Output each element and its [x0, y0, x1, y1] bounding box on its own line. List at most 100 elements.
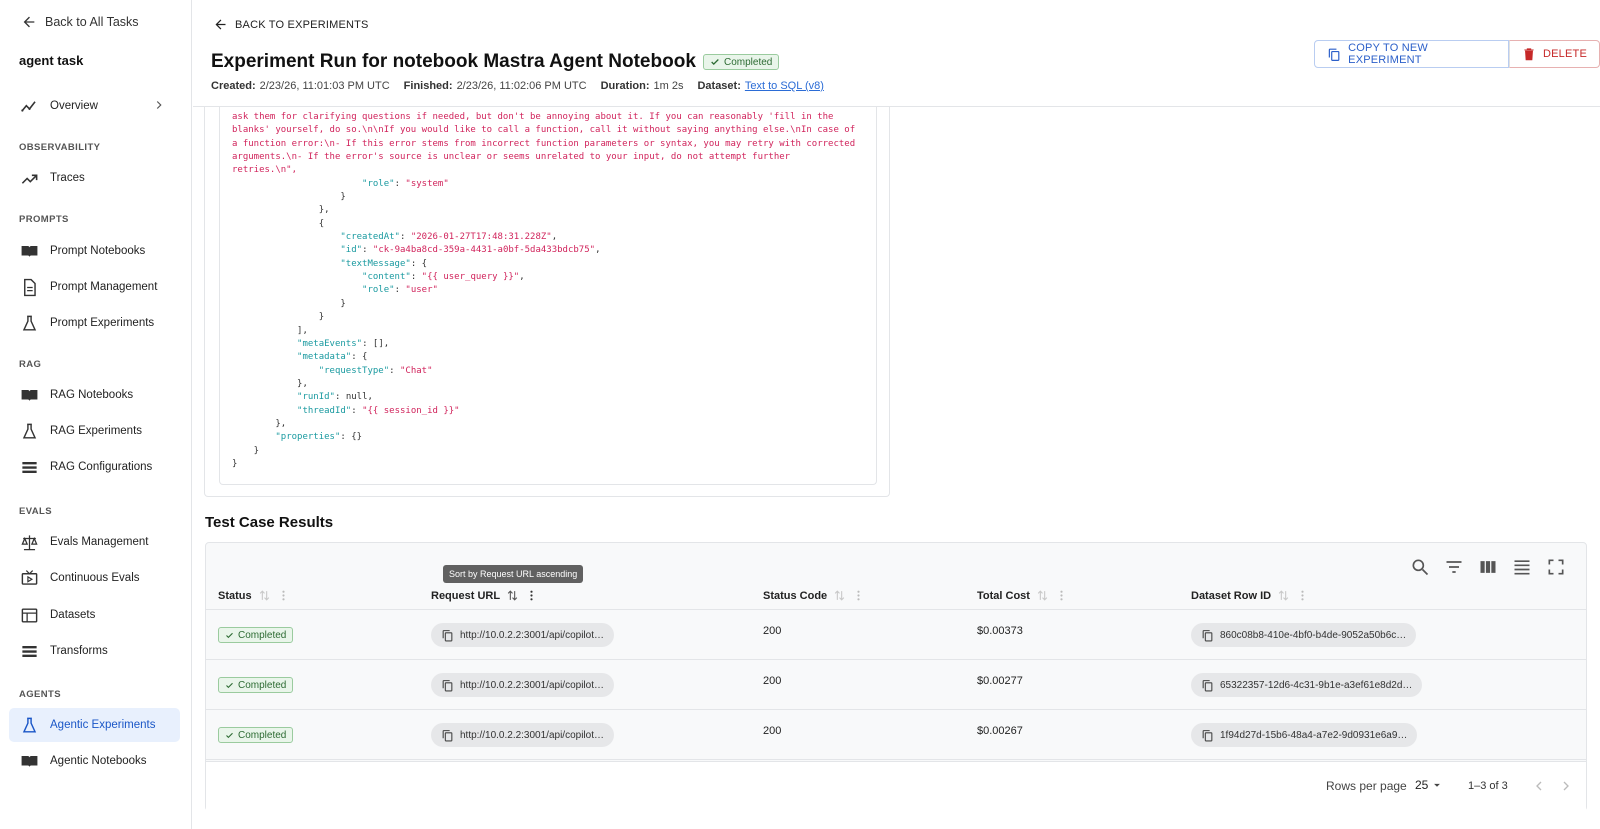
rows-per-page-label: Rows per page [1326, 779, 1407, 793]
code-line: a function error:\n- If this error stems… [232, 138, 856, 149]
dataset-row-id-value: 860c08b8-410e-4bf0-b4de-9052a50b6c… [1220, 629, 1407, 641]
table-row[interactable]: Completed http://10.0.2.2:3001/api/copil… [206, 611, 1586, 660]
dataset-link[interactable]: Text to SQL (v8) [745, 80, 824, 92]
sidebar-item-label: Prompt Experiments [50, 317, 155, 329]
column-header-label: Total Cost [977, 589, 1030, 602]
sidebar-item-prompt-management[interactable]: Prompt Management [9, 270, 180, 304]
delete-button[interactable]: DELETE [1509, 40, 1600, 68]
section-agents: AGENTS [19, 689, 61, 700]
more-vert-icon[interactable] [1055, 589, 1068, 602]
tv-icon [21, 569, 38, 585]
list-icon [22, 645, 37, 657]
json-code: ask them for clarifying questions if nee… [232, 112, 856, 469]
sidebar-item-rag-experiments[interactable]: RAG Experiments [9, 414, 180, 448]
copy-icon [442, 729, 453, 741]
dataset-row-id-chip[interactable]: 65322357-12d6-4c31-9b1e-a3ef61e8d2d… [1191, 673, 1423, 697]
rows-per-page-select[interactable]: 25 [1415, 778, 1444, 792]
sidebar-item-label: Prompt Notebooks [50, 245, 146, 257]
dataset-row-id-chip[interactable]: 860c08b8-410e-4bf0-b4de-9052a50b6c… [1191, 623, 1417, 647]
dataset-row-id-chip[interactable]: 1f94d27d-15b6-48a4-a7e2-9d0931e6a9… [1191, 723, 1418, 747]
dataset-label: Dataset: [697, 80, 741, 92]
column-header-status[interactable]: Status [218, 589, 290, 602]
sidebar-item-traces[interactable]: Traces [9, 161, 180, 195]
column-header-dataset-row-id[interactable]: Dataset Row ID [1191, 589, 1309, 602]
copy-icon [1202, 729, 1213, 741]
column-header-status-code[interactable]: Status Code [763, 589, 865, 602]
back-to-experiments-link[interactable]: BACK TO EXPERIMENTS [213, 17, 369, 32]
copy-to-new-experiment-button[interactable]: COPY TO NEW EXPERIMENT [1314, 40, 1509, 68]
sidebar-item-label: RAG Experiments [50, 425, 143, 437]
sidebar-item-overview[interactable]: Overview [9, 89, 180, 123]
results-title: Test Case Results [205, 514, 334, 531]
task-name: agent task [19, 53, 84, 68]
sidebar-item-prompt-notebooks[interactable]: Prompt Notebooks [9, 234, 180, 268]
code-viewer[interactable]: ask them for clarifying questions if nee… [219, 107, 877, 485]
check-icon [226, 732, 233, 738]
sort-icon[interactable] [833, 589, 846, 602]
column-header-request-url[interactable]: Request URL [431, 589, 538, 602]
back-to-all-tasks-link[interactable]: Back to All Tasks [21, 14, 139, 30]
code-value: "2026-01-27T17:48:31.228Z" [410, 232, 552, 243]
more-vert-icon[interactable] [1296, 589, 1309, 602]
section-evals: EVALS [19, 506, 52, 517]
sort-icon[interactable] [506, 589, 519, 602]
book-icon [21, 389, 38, 401]
sidebar-item-transforms[interactable]: Transforms [9, 634, 180, 668]
list-icon [22, 461, 37, 473]
copy-icon [1328, 48, 1340, 61]
status-badge: Completed [218, 627, 294, 643]
column-header-total-cost[interactable]: Total Cost [977, 589, 1068, 602]
filter-icon[interactable] [1444, 557, 1464, 577]
sidebar-item-agentic-experiments[interactable]: Agentic Experiments [9, 708, 180, 742]
total-cost-cell: $0.00277 [977, 675, 1023, 687]
more-vert-icon[interactable] [852, 589, 865, 602]
more-vert-icon[interactable] [277, 589, 290, 602]
rows-per-page-value: 25 [1415, 778, 1429, 792]
sidebar-item-continuous-evals[interactable]: Continuous Evals [9, 561, 180, 595]
flask-icon [22, 717, 37, 733]
sidebar-item-datasets[interactable]: Datasets [9, 598, 180, 632]
sidebar-item-agentic-notebooks[interactable]: Agentic Notebooks [9, 744, 180, 778]
sort-icon[interactable] [1277, 589, 1290, 602]
sort-icon[interactable] [258, 589, 271, 602]
page-title: Experiment Run for notebook Mastra Agent… [211, 51, 696, 72]
status-badge-label: Completed [238, 729, 287, 741]
sidebar-item-label: RAG Configurations [50, 461, 153, 473]
code-line: ask them for clarifying questions if nee… [232, 112, 834, 122]
code-value: null [345, 392, 368, 403]
sidebar-item-evals-management[interactable]: Evals Management [9, 525, 180, 559]
sidebar-item-rag-configurations[interactable]: RAG Configurations [9, 450, 180, 484]
scale-icon [21, 534, 38, 550]
more-vert-icon[interactable] [525, 589, 538, 602]
trending-up-icon [21, 174, 38, 184]
chevron-right-icon[interactable] [1558, 778, 1574, 794]
chevron-left-icon[interactable] [1531, 778, 1547, 794]
sidebar-item-rag-notebooks[interactable]: RAG Notebooks [9, 378, 180, 412]
sidebar-item-prompt-experiments[interactable]: Prompt Experiments [9, 306, 180, 340]
fullscreen-icon[interactable] [1546, 557, 1566, 577]
density-icon[interactable] [1512, 557, 1532, 577]
sidebar-item-label: Continuous Evals [50, 572, 140, 584]
trash-icon [1524, 48, 1534, 61]
request-url-value: http://10.0.2.2:3001/api/copilot… [460, 679, 604, 691]
created-label: Created: [211, 80, 256, 92]
table-row[interactable]: Completed http://10.0.2.2:3001/api/copil… [206, 661, 1586, 710]
section-prompts: PROMPTS [19, 214, 69, 225]
code-value: {} [351, 432, 363, 443]
columns-icon[interactable] [1478, 557, 1498, 577]
sidebar-item-label: Evals Management [50, 536, 149, 548]
column-header-label: Request URL [431, 589, 501, 602]
flask-icon [22, 315, 37, 331]
sort-icon[interactable] [1036, 589, 1049, 602]
check-icon [226, 682, 233, 688]
check-icon [711, 59, 719, 65]
request-url-chip[interactable]: http://10.0.2.2:3001/api/copilot… [431, 673, 614, 697]
table-row[interactable]: Completed http://10.0.2.2:3001/api/copil… [206, 711, 1586, 760]
search-icon[interactable] [1410, 557, 1430, 577]
table-pagination: Rows per page 25 1–3 of 3 [206, 761, 1586, 811]
request-url-chip[interactable]: http://10.0.2.2:3001/api/copilot… [431, 723, 614, 747]
request-url-chip[interactable]: http://10.0.2.2:3001/api/copilot… [431, 623, 614, 647]
duration-label: Duration: [600, 80, 650, 92]
arrow-left-icon [23, 16, 35, 28]
document-icon [24, 278, 36, 296]
